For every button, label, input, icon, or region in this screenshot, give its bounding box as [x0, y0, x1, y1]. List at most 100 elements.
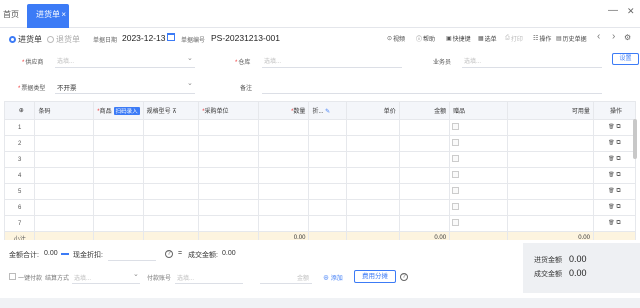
cash-discount-input[interactable]: [108, 260, 156, 261]
table-scrollbar[interactable]: [633, 119, 637, 159]
copy-icon[interactable]: ⧉: [615, 220, 620, 226]
table-cell[interactable]: [398, 199, 451, 216]
print-button[interactable]: ⎙ 打印: [505, 34, 523, 43]
table-cell[interactable]: [93, 167, 144, 184]
gift-checkbox[interactable]: [452, 187, 460, 194]
supplier-dropdown-icon[interactable]: ⌄: [187, 54, 193, 62]
pay-amount-input[interactable]: 金额: [297, 273, 309, 282]
settle-dropdown-icon[interactable]: ⌄: [133, 270, 139, 278]
gift-cell[interactable]: [449, 183, 508, 200]
fee-allocation-button[interactable]: 费用分摊: [354, 270, 396, 283]
table-cell[interactable]: [258, 151, 310, 168]
settle-method-select[interactable]: 选填...: [74, 273, 91, 282]
table-cell[interactable]: [142, 167, 200, 184]
table-cell[interactable]: [142, 199, 200, 216]
table-cell[interactable]: [142, 215, 200, 232]
table-cell[interactable]: [398, 119, 451, 136]
table-cell[interactable]: [93, 183, 144, 200]
add-payment-link[interactable]: ⊕ 添加: [323, 273, 343, 282]
edit-icon[interactable]: ✎: [325, 109, 330, 115]
table-cell[interactable]: [258, 167, 310, 184]
table-cell[interactable]: [398, 135, 451, 152]
table-cell[interactable]: [398, 167, 451, 184]
table-cell[interactable]: [34, 167, 95, 184]
table-cell[interactable]: [34, 215, 95, 232]
copy-icon[interactable]: ⧉: [615, 156, 620, 162]
table-cell[interactable]: [308, 119, 348, 136]
table-cell[interactable]: [198, 151, 260, 168]
operation-button[interactable]: ☷ 操作: [533, 34, 551, 43]
history-button[interactable]: ▤ 历史单据: [556, 34, 587, 43]
minimize-icon[interactable]: —: [608, 5, 618, 16]
table-cell[interactable]: [346, 183, 400, 200]
gift-cell[interactable]: [449, 167, 508, 184]
gift-checkbox[interactable]: [452, 155, 460, 162]
table-cell[interactable]: [198, 119, 260, 136]
warehouse-input[interactable]: 选填...: [264, 56, 281, 65]
table-cell[interactable]: [506, 183, 594, 200]
supplier-input[interactable]: 选填...: [57, 56, 74, 65]
table-cell[interactable]: [506, 119, 594, 136]
table-cell[interactable]: [34, 119, 95, 136]
table-cell[interactable]: [346, 215, 400, 232]
gift-cell[interactable]: [449, 199, 508, 216]
table-cell[interactable]: [93, 199, 144, 216]
table-cell[interactable]: [93, 151, 144, 168]
table-cell[interactable]: [398, 183, 451, 200]
table-cell[interactable]: [198, 183, 260, 200]
table-cell[interactable]: [198, 215, 260, 232]
gift-checkbox[interactable]: [452, 219, 460, 226]
table-cell[interactable]: [398, 151, 451, 168]
salesman-input[interactable]: 选填...: [464, 56, 481, 65]
table-cell[interactable]: [93, 119, 144, 136]
help-circle-icon[interactable]: ?: [165, 250, 173, 258]
prev-page-icon[interactable]: ‹: [597, 31, 600, 42]
tab-purchase-order[interactable]: 进货单 ×: [27, 4, 69, 28]
table-cell[interactable]: [34, 183, 95, 200]
window-close-icon[interactable]: ✕: [627, 6, 635, 17]
table-cell[interactable]: [506, 167, 594, 184]
table-cell[interactable]: [346, 119, 400, 136]
pin-icon[interactable]: ⊼: [172, 109, 176, 115]
gift-checkbox[interactable]: [452, 139, 460, 146]
table-cell[interactable]: [198, 167, 260, 184]
table-cell[interactable]: [142, 135, 200, 152]
one-click-pay-checkbox[interactable]: [9, 273, 16, 280]
table-cell[interactable]: [308, 167, 348, 184]
table-cell[interactable]: [142, 151, 200, 168]
radio-return-order[interactable]: 退货单: [47, 34, 80, 45]
row-settings-header[interactable]: ⊕: [3, 101, 36, 120]
table-cell[interactable]: [142, 119, 200, 136]
table-cell[interactable]: [34, 151, 95, 168]
table-cell[interactable]: [308, 151, 348, 168]
radio-purchase-order[interactable]: 进货单: [9, 34, 42, 45]
table-cell[interactable]: [506, 135, 594, 152]
table-cell[interactable]: [308, 135, 348, 152]
table-cell[interactable]: [346, 151, 400, 168]
table-cell[interactable]: [346, 199, 400, 216]
calendar-icon[interactable]: [167, 33, 175, 41]
table-cell[interactable]: [308, 199, 348, 216]
table-cell[interactable]: [346, 167, 400, 184]
copy-icon[interactable]: ⧉: [615, 188, 620, 194]
gear-icon[interactable]: ⚙: [624, 33, 631, 42]
help-button[interactable]: ⓘ 帮助: [416, 34, 435, 43]
next-page-icon[interactable]: ›: [612, 31, 615, 42]
table-cell[interactable]: [308, 215, 348, 232]
table-cell[interactable]: [34, 199, 95, 216]
table-cell[interactable]: [258, 215, 310, 232]
gift-checkbox[interactable]: [452, 123, 460, 130]
table-cell[interactable]: [93, 135, 144, 152]
table-cell[interactable]: [198, 135, 260, 152]
copy-icon[interactable]: ⧉: [615, 172, 620, 178]
table-cell[interactable]: [346, 135, 400, 152]
scan-input-button[interactable]: 扫码录入: [113, 107, 140, 115]
table-cell[interactable]: [142, 183, 200, 200]
table-cell[interactable]: [258, 199, 310, 216]
table-cell[interactable]: [258, 183, 310, 200]
copy-icon[interactable]: ⧉: [615, 140, 620, 146]
tab-home[interactable]: 首页: [3, 9, 19, 20]
gift-cell[interactable]: [449, 215, 508, 232]
invoice-type-select[interactable]: 不开票: [57, 82, 77, 92]
date-input[interactable]: 2023-12-13: [122, 33, 165, 43]
